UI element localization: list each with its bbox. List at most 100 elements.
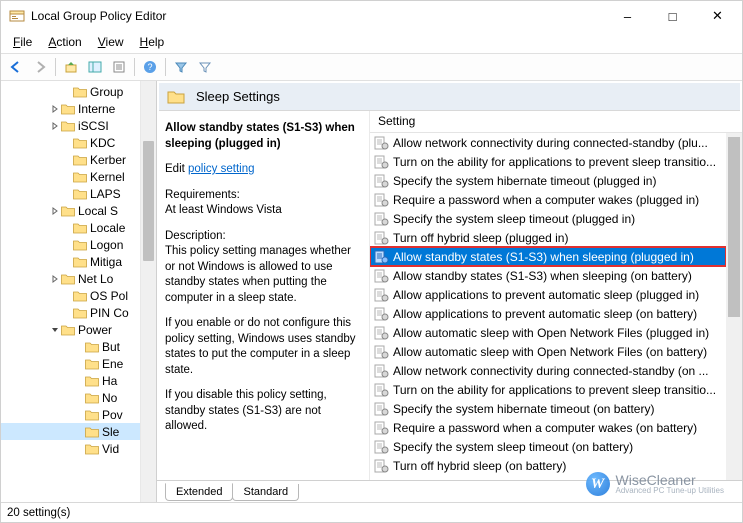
setting-icon xyxy=(374,421,389,435)
tree-node[interactable]: Logon xyxy=(1,236,140,253)
tree-node[interactable]: Locale xyxy=(1,219,140,236)
scroll-thumb[interactable] xyxy=(728,137,740,317)
forward-button[interactable] xyxy=(29,56,51,78)
content-pane: Sleep Settings Allow standby states (S1-… xyxy=(157,81,742,502)
setting-row[interactable]: Specify the system sleep timeout (plugge… xyxy=(370,209,726,228)
window-controls: – □ ✕ xyxy=(605,2,740,30)
setting-row[interactable]: Specify the system hibernate timeout (on… xyxy=(370,399,726,418)
tree-node[interactable]: No xyxy=(1,389,140,406)
menu-file[interactable]: File xyxy=(7,33,38,51)
show-hide-tree-button[interactable] xyxy=(84,56,106,78)
desc-1: This policy setting manages whether or n… xyxy=(165,245,351,304)
header-title: Sleep Settings xyxy=(196,89,280,104)
tree-node[interactable]: KDC xyxy=(1,134,140,151)
tree-scrollbar[interactable] xyxy=(140,81,156,502)
scroll-thumb[interactable] xyxy=(143,141,154,261)
tree-node[interactable]: Interne xyxy=(1,100,140,117)
help-button[interactable]: ? xyxy=(139,56,161,78)
column-header-setting[interactable]: Setting xyxy=(370,111,742,133)
tree-node-label: Interne xyxy=(78,102,115,116)
setting-row[interactable]: Allow automatic sleep with Open Network … xyxy=(370,342,726,361)
tree-node[interactable]: Mitiga xyxy=(1,253,140,270)
window-title: Local Group Policy Editor xyxy=(31,9,605,23)
properties-button[interactable] xyxy=(108,56,130,78)
menu-help[interactable]: Help xyxy=(134,33,171,51)
close-button[interactable]: ✕ xyxy=(695,2,740,30)
setting-row[interactable]: Allow applications to prevent automatic … xyxy=(370,285,726,304)
tree-node[interactable]: Power xyxy=(1,321,140,338)
tree-node-label: Ene xyxy=(102,357,123,371)
tree-node-label: Pov xyxy=(102,408,123,422)
setting-row[interactable]: Turn off hybrid sleep (plugged in) xyxy=(370,228,726,247)
setting-row[interactable]: Allow network connectivity during connec… xyxy=(370,361,726,380)
tree-node[interactable]: Pov xyxy=(1,406,140,423)
tab-standard[interactable]: Standard xyxy=(232,484,299,501)
folder-icon xyxy=(73,86,87,98)
folder-icon xyxy=(85,341,99,353)
setting-label: Specify the system hibernate timeout (on… xyxy=(393,402,654,416)
tree-node[interactable]: Ene xyxy=(1,355,140,372)
menu-view[interactable]: View xyxy=(92,33,130,51)
expand-icon[interactable] xyxy=(49,275,61,283)
setting-icon xyxy=(374,136,389,150)
tree-pane[interactable]: GroupInterneiSCSIKDCKerberKernelLAPSLoca… xyxy=(1,81,157,502)
folder-icon xyxy=(61,103,75,115)
edit-link[interactable]: policy setting xyxy=(188,163,254,175)
setting-row[interactable]: Allow automatic sleep with Open Network … xyxy=(370,323,726,342)
filter-options-button[interactable] xyxy=(194,56,216,78)
list-pane: Setting Allow network connectivity durin… xyxy=(369,111,742,480)
setting-row[interactable]: Specify the system sleep timeout (on bat… xyxy=(370,437,726,456)
tree-node[interactable]: iSCSI xyxy=(1,117,140,134)
expand-icon[interactable] xyxy=(49,207,61,215)
setting-row[interactable]: Turn on the ability for applications to … xyxy=(370,152,726,171)
setting-row[interactable]: Allow applications to prevent automatic … xyxy=(370,304,726,323)
minimize-button[interactable]: – xyxy=(605,2,650,30)
setting-icon xyxy=(374,459,389,473)
filter-button[interactable] xyxy=(170,56,192,78)
content-header: Sleep Settings xyxy=(159,83,740,111)
tree-node[interactable]: Local S xyxy=(1,202,140,219)
setting-row[interactable]: Specify the system hibernate timeout (pl… xyxy=(370,171,726,190)
tree-node[interactable]: But xyxy=(1,338,140,355)
tree-node-label: OS Pol xyxy=(90,289,128,303)
expand-icon[interactable] xyxy=(49,122,61,130)
desc-heading: Description: xyxy=(165,230,226,242)
up-button[interactable] xyxy=(60,56,82,78)
setting-row[interactable]: Turn on the ability for applications to … xyxy=(370,380,726,399)
tree-node[interactable]: Sle xyxy=(1,423,140,440)
tree-node[interactable]: Group xyxy=(1,83,140,100)
menu-action[interactable]: Action xyxy=(42,33,87,51)
collapse-icon[interactable] xyxy=(49,326,61,334)
setting-row[interactable]: Require a password when a computer wakes… xyxy=(370,190,726,209)
tree-node[interactable]: Vid xyxy=(1,440,140,457)
setting-label: Turn on the ability for applications to … xyxy=(393,383,716,397)
tab-extended[interactable]: Extended xyxy=(165,483,233,501)
tree-node[interactable]: Net Lo xyxy=(1,270,140,287)
expand-icon[interactable] xyxy=(49,105,61,113)
setting-row[interactable]: Allow standby states (S1-S3) when sleepi… xyxy=(370,247,726,266)
tree-node[interactable]: OS Pol xyxy=(1,287,140,304)
setting-row[interactable]: Require a password when a computer wakes… xyxy=(370,418,726,437)
setting-label: Allow network connectivity during connec… xyxy=(393,364,709,378)
tree-node-label: But xyxy=(102,340,120,354)
tree-node[interactable]: LAPS xyxy=(1,185,140,202)
list-scrollbar[interactable] xyxy=(726,133,742,480)
setting-label: Allow applications to prevent automatic … xyxy=(393,307,697,321)
maximize-button[interactable]: □ xyxy=(650,2,695,30)
separator xyxy=(55,58,56,76)
folder-icon xyxy=(73,154,87,166)
setting-label: Allow automatic sleep with Open Network … xyxy=(393,326,709,340)
settings-list[interactable]: Allow network connectivity during connec… xyxy=(370,133,726,480)
folder-icon xyxy=(85,426,99,438)
setting-label: Require a password when a computer wakes… xyxy=(393,421,697,435)
separator xyxy=(165,58,166,76)
tree-node[interactable]: PIN Co xyxy=(1,304,140,321)
tree-node[interactable]: Kerber xyxy=(1,151,140,168)
tree-node[interactable]: Ha xyxy=(1,372,140,389)
setting-row[interactable]: Allow network connectivity during connec… xyxy=(370,133,726,152)
setting-row[interactable]: Turn off hybrid sleep (on battery) xyxy=(370,456,726,475)
setting-label: Specify the system sleep timeout (plugge… xyxy=(393,212,635,226)
tree-node[interactable]: Kernel xyxy=(1,168,140,185)
back-button[interactable] xyxy=(5,56,27,78)
setting-row[interactable]: Allow standby states (S1-S3) when sleepi… xyxy=(370,266,726,285)
